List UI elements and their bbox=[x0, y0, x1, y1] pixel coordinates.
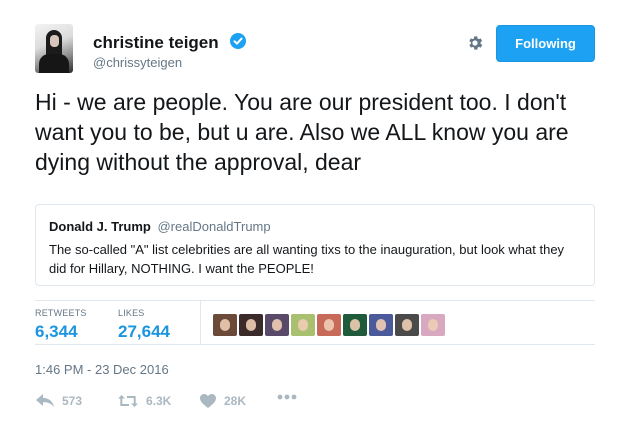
like-action[interactable]: 28K bbox=[200, 394, 246, 408]
likes-count[interactable]: 27,644 bbox=[118, 322, 170, 342]
divider bbox=[35, 300, 595, 301]
quoted-tweet-header: Donald J. Trump @realDonaldTrump bbox=[49, 219, 581, 235]
author-avatar[interactable] bbox=[35, 24, 73, 73]
liker-avatar-face bbox=[376, 319, 386, 331]
tweet-text: Hi - we are people. You are our presiden… bbox=[35, 89, 569, 175]
author-name[interactable]: christine teigen bbox=[93, 33, 219, 53]
divider bbox=[35, 344, 595, 345]
liker-avatar[interactable] bbox=[395, 314, 419, 336]
tweet-timestamp[interactable]: 1:46 PM - 23 Dec 2016 bbox=[35, 362, 169, 377]
liker-avatar-face bbox=[350, 319, 360, 331]
stats-separator bbox=[200, 300, 201, 344]
reply-icon bbox=[36, 394, 54, 407]
liker-avatar[interactable] bbox=[317, 314, 341, 336]
heart-icon bbox=[200, 394, 216, 408]
avatar-face bbox=[50, 35, 59, 47]
quoted-tweet-text: The so-called "A" list celebrities are a… bbox=[49, 242, 565, 276]
retweets-label[interactable]: RETWEETS bbox=[35, 308, 87, 318]
liker-avatar-face bbox=[324, 319, 334, 331]
like-count: 28K bbox=[224, 394, 247, 408]
retweet-action[interactable]: 6.3K bbox=[118, 394, 171, 408]
reply-action[interactable]: 573 bbox=[36, 394, 82, 408]
following-button[interactable]: Following bbox=[496, 25, 595, 62]
liker-avatars bbox=[213, 314, 447, 336]
more-action[interactable] bbox=[277, 394, 305, 400]
liker-avatar[interactable] bbox=[239, 314, 263, 336]
author-handle[interactable]: @chrissyteigen bbox=[93, 55, 182, 70]
liker-avatar-face bbox=[298, 319, 308, 331]
quoted-tweet[interactable]: Donald J. Trump @realDonaldTrump The so-… bbox=[35, 204, 595, 286]
reply-count: 573 bbox=[62, 394, 83, 408]
liker-avatar[interactable] bbox=[213, 314, 237, 336]
liker-avatar-face bbox=[428, 319, 438, 331]
retweet-icon bbox=[118, 395, 138, 407]
liker-avatar[interactable] bbox=[291, 314, 315, 336]
retweet-count: 6.3K bbox=[146, 394, 172, 408]
liker-avatar[interactable] bbox=[343, 314, 367, 336]
retweets-count[interactable]: 6,344 bbox=[35, 322, 78, 342]
quoted-author-handle: @realDonaldTrump bbox=[157, 219, 271, 234]
liker-avatar-face bbox=[402, 319, 412, 331]
avatar-body bbox=[39, 54, 69, 73]
liker-avatar-face bbox=[246, 319, 256, 331]
liker-avatar[interactable] bbox=[265, 314, 289, 336]
liker-avatar[interactable] bbox=[369, 314, 393, 336]
verified-badge-icon bbox=[230, 33, 246, 49]
likes-label[interactable]: LIKES bbox=[118, 308, 145, 318]
liker-avatar[interactable] bbox=[421, 314, 445, 336]
quoted-author-name: Donald J. Trump bbox=[49, 219, 151, 234]
gear-icon[interactable] bbox=[466, 34, 484, 52]
liker-avatar-face bbox=[272, 319, 282, 331]
more-dots-icon bbox=[277, 394, 297, 400]
liker-avatar-face bbox=[220, 319, 230, 331]
